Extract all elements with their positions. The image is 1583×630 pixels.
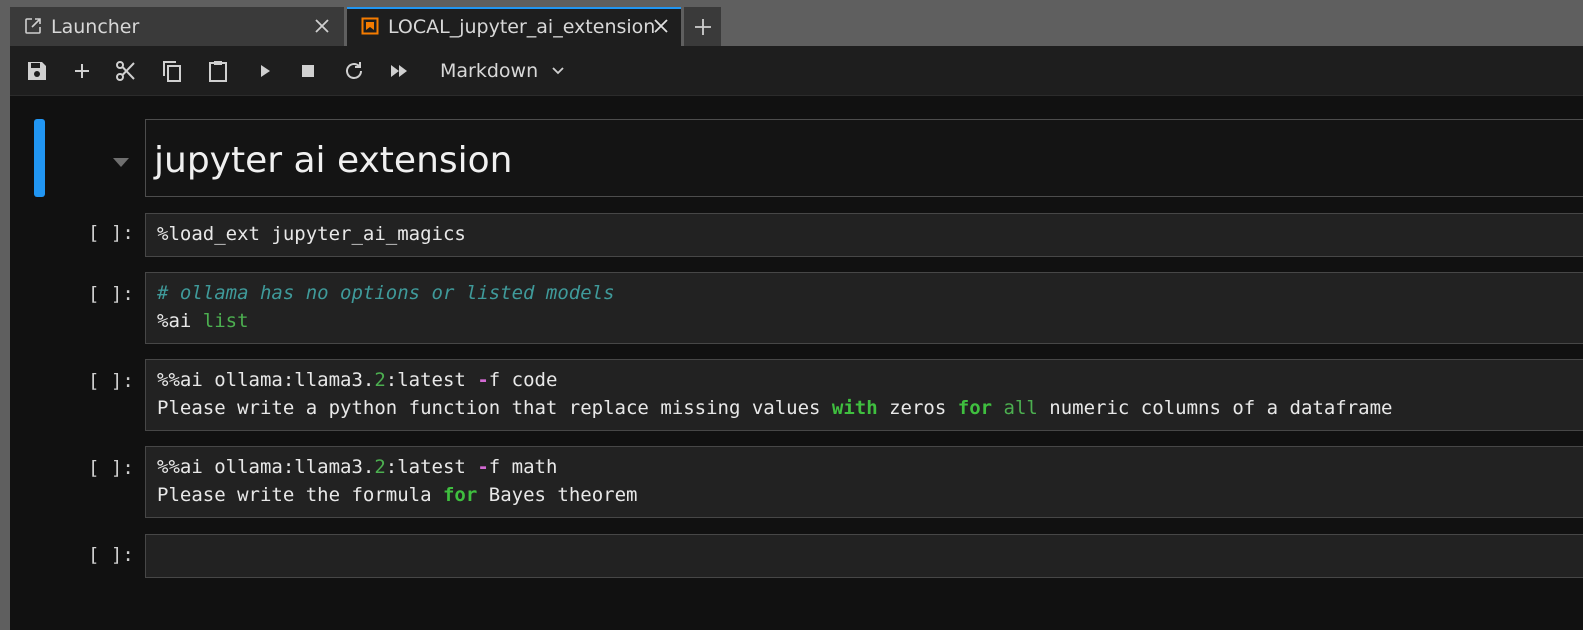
plus-icon — [695, 19, 711, 35]
markdown-cell[interactable]: jupyter ai extension — [145, 119, 1583, 197]
copy-icon[interactable] — [160, 59, 184, 83]
notebook-panel: jupyter ai extension [ ]: %load_ext jupy… — [10, 96, 1583, 630]
stop-icon[interactable] — [296, 59, 320, 83]
code-line: # ollama has no options or listed models — [157, 282, 615, 304]
close-icon[interactable] — [653, 18, 669, 34]
cell-prompt: [ ]: — [88, 283, 134, 305]
cell-prompt: [ ]: — [88, 222, 134, 244]
code-cell-empty[interactable] — [145, 534, 1583, 578]
tab-notebook-label: LOCAL_jupyter_ai_extension — [388, 16, 656, 38]
cut-icon[interactable] — [114, 59, 138, 83]
notebook-toolbar: Markdown — [10, 46, 1583, 96]
run-all-icon[interactable] — [387, 59, 411, 83]
tab-launcher[interactable]: Launcher — [10, 7, 344, 46]
cell-prompt: [ ]: — [88, 544, 134, 566]
code-cell[interactable]: %load_ext jupyter_ai_magics — [145, 213, 1583, 257]
close-icon[interactable] — [314, 18, 330, 34]
code-line: %load_ext jupyter_ai_magics — [157, 223, 466, 245]
add-icon[interactable] — [70, 59, 94, 83]
markdown-heading: jupyter ai extension — [154, 140, 513, 181]
run-icon[interactable] — [253, 59, 277, 83]
new-tab-button[interactable] — [684, 7, 721, 46]
save-icon[interactable] — [25, 59, 49, 83]
cell-prompt: [ ]: — [88, 370, 134, 392]
left-edge-strip — [0, 0, 10, 630]
code-cell[interactable]: # ollama has no options or listed models… — [145, 272, 1583, 344]
code-line: Please write the formula for Bayes theor… — [157, 484, 638, 506]
chevron-down-icon — [552, 67, 564, 75]
code-cell[interactable]: %%ai ollama:llama3.2:latest -f math Plea… — [145, 446, 1583, 518]
cell-type-dropdown[interactable]: Markdown — [440, 58, 566, 84]
code-cell[interactable]: %%ai ollama:llama3.2:latest -f code Plea… — [145, 359, 1583, 431]
collapse-heading-icon[interactable] — [112, 154, 130, 173]
restart-icon[interactable] — [342, 59, 366, 83]
tab-bar: Launcher LOCAL_jupyter_ai_extension — [10, 0, 1583, 46]
code-line: %%ai ollama:llama3.2:latest -f code — [157, 369, 558, 391]
paste-icon[interactable] — [206, 59, 230, 83]
tab-launcher-label: Launcher — [51, 16, 140, 38]
code-line: Please write a python function that repl… — [157, 397, 1393, 419]
code-line: %%ai ollama:llama3.2:latest -f math — [157, 456, 558, 478]
tab-notebook[interactable]: LOCAL_jupyter_ai_extension — [347, 7, 681, 46]
active-cell-indicator — [34, 119, 45, 197]
cell-prompt: [ ]: — [88, 457, 134, 479]
code-line: %ai list — [157, 310, 249, 332]
notebook-icon — [361, 17, 379, 35]
cell-type-value: Markdown — [440, 60, 539, 82]
launch-icon — [24, 17, 42, 35]
